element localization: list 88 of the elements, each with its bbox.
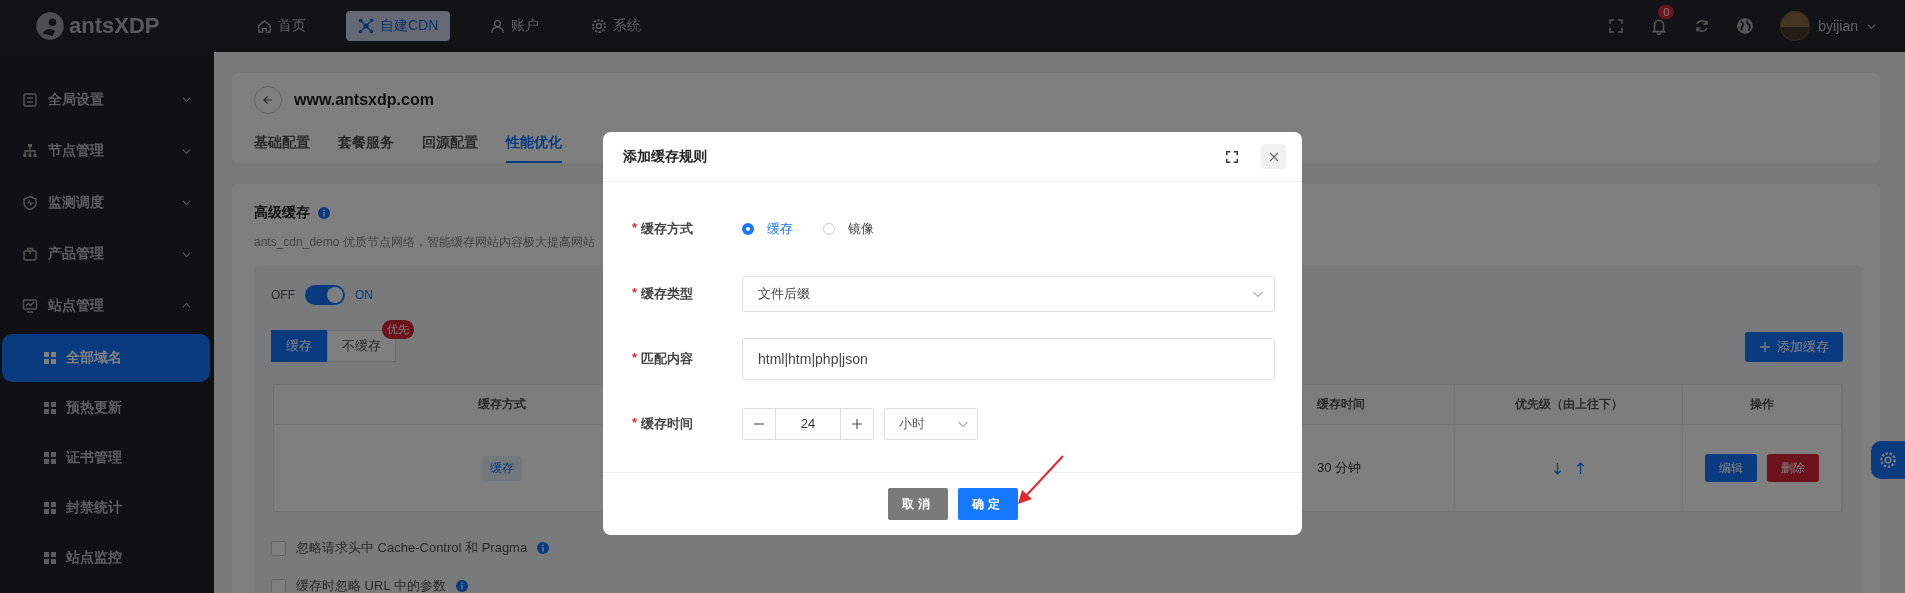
field-label: 缓存类型	[641, 284, 694, 303]
nav-tab[interactable]: 首页	[245, 11, 318, 41]
field-label: 缓存方式	[641, 219, 694, 238]
sidebar-item[interactable]: 站点监控	[2, 533, 210, 582]
radio-button[interactable]	[742, 222, 754, 235]
sitemap-icon	[22, 143, 38, 160]
unit-select[interactable]: 小时	[884, 407, 978, 440]
fullscreen-icon[interactable]	[1225, 149, 1239, 164]
notification-badge: 0	[1658, 5, 1675, 19]
sidebar-item[interactable]: 站点管理	[0, 280, 214, 332]
nav-tab[interactable]: 系统	[579, 11, 654, 41]
nav-tab[interactable]: 自建CDN	[346, 11, 451, 41]
user-icon	[490, 18, 506, 34]
settings-icon	[1879, 451, 1897, 469]
nav-tab[interactable]: 账户	[478, 11, 552, 41]
required-mark: *	[632, 284, 638, 302]
ant-logo-icon	[35, 11, 65, 41]
tab[interactable]: 基础配置	[254, 128, 310, 163]
table-cell: 30 分钟	[1317, 459, 1362, 477]
info-icon	[318, 207, 330, 219]
grid-icon	[44, 451, 56, 464]
mode-tag: 缓存	[481, 455, 522, 481]
annotation-arrow	[1016, 454, 1066, 506]
on-label: ON	[355, 288, 373, 302]
option-label: 缓存时忽略 URL 中的参数	[296, 577, 446, 593]
add-cache-button[interactable]: 添加缓存	[1745, 332, 1843, 362]
column-header: 优先级（由上往下）	[1455, 385, 1683, 425]
network-icon	[358, 18, 374, 34]
type-select[interactable]: 文件后缀	[742, 275, 1275, 312]
match-input[interactable]: html|htm|php|json	[742, 337, 1275, 380]
globe-icon[interactable]	[1736, 17, 1755, 35]
section-title: 高级缓存	[254, 204, 310, 222]
required-mark: *	[632, 219, 638, 237]
grid-icon	[44, 501, 56, 514]
grid-icon	[44, 351, 56, 364]
sidebar-item[interactable]: 封禁统计	[2, 483, 210, 532]
dialog-title: 添加缓存规则	[623, 147, 708, 166]
sidebar-item[interactable]: 产品管理	[0, 228, 214, 280]
bell-icon[interactable]	[1650, 17, 1669, 35]
sidebar-item[interactable]: 预热更新	[2, 383, 210, 432]
tab[interactable]: 性能优化	[506, 128, 562, 163]
checkbox[interactable]	[271, 540, 286, 556]
home-icon	[257, 18, 272, 34]
column-header: 缓存时间	[1301, 385, 1455, 425]
panel-icon	[22, 91, 38, 108]
arrow-left-icon	[262, 94, 274, 106]
segment-tab[interactable]: 缓存	[271, 330, 327, 362]
sidebar-item[interactable]: 全局设置	[0, 74, 214, 126]
radio-label[interactable]: 镜像	[848, 219, 874, 238]
delete-button[interactable]: 删除	[1767, 454, 1819, 482]
domain-title: www.antsxdp.com	[294, 91, 434, 109]
number-stepper[interactable]: 24	[742, 407, 874, 440]
tab[interactable]: 回源配置	[422, 128, 478, 163]
settings-icon	[591, 18, 608, 34]
sidebar-item[interactable]: 节点管理	[0, 125, 214, 177]
required-mark: *	[632, 349, 638, 367]
radio-label[interactable]: 缓存	[767, 219, 793, 238]
close-icon	[1267, 150, 1280, 163]
field-label: 匹配内容	[641, 349, 694, 368]
option-label: 忽略请求头中 Cache-Control 和 Pragma	[296, 539, 528, 557]
monitor-icon	[22, 297, 38, 314]
cancel-button[interactable]: 取消	[887, 488, 948, 520]
column-header: 操作	[1683, 385, 1842, 425]
toggle-switch[interactable]	[305, 285, 345, 305]
confirm-button[interactable]: 确定	[957, 488, 1018, 520]
user-name[interactable]: byijian	[1818, 18, 1858, 34]
close-button[interactable]	[1261, 144, 1286, 169]
sidebar-item[interactable]: 监测调度	[0, 177, 214, 229]
logo-text: antsXDP	[69, 13, 160, 39]
sidebar-item[interactable]: 证书管理	[2, 433, 210, 482]
shield-icon	[22, 194, 38, 211]
arrow-down-icon[interactable]	[1552, 461, 1562, 475]
plus-icon	[1759, 341, 1771, 353]
avatar[interactable]	[1780, 11, 1811, 41]
bag-icon	[22, 246, 38, 263]
priority-badge: 优先	[382, 320, 414, 339]
grid-icon	[44, 401, 56, 414]
checkbox[interactable]	[271, 578, 286, 593]
info-icon	[537, 542, 550, 554]
edit-button[interactable]: 编辑	[1705, 454, 1757, 482]
arrow-up-icon[interactable]	[1575, 461, 1585, 475]
back-button[interactable]	[254, 86, 282, 114]
tab[interactable]: 套餐服务	[338, 128, 394, 163]
grid-icon	[44, 551, 56, 564]
refresh-icon[interactable]	[1694, 18, 1711, 34]
settings-button[interactable]	[1871, 441, 1905, 479]
off-label: OFF	[271, 288, 295, 302]
sidebar-item[interactable]: 全部域名	[2, 333, 210, 382]
